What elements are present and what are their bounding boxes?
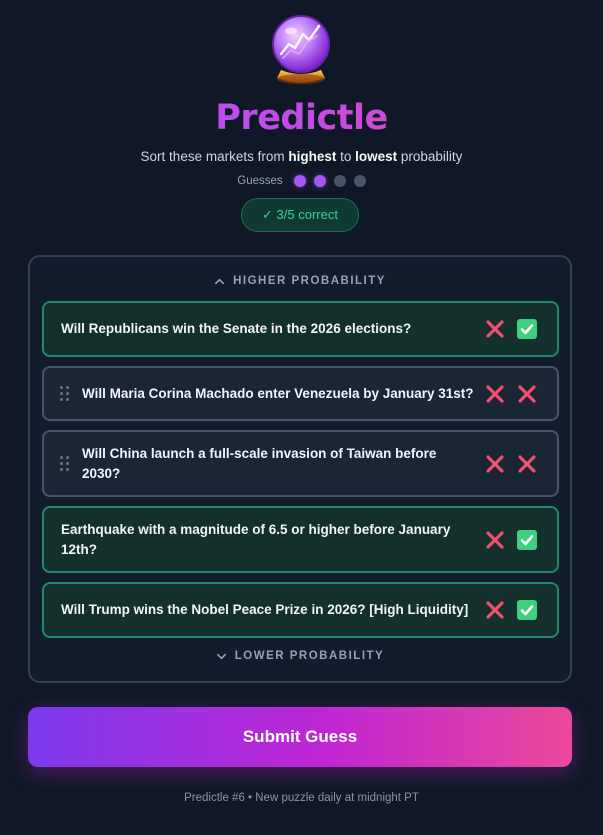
- market-card-draggable[interactable]: Will China launch a full-scale invasion …: [42, 430, 559, 497]
- footer-note: Predictle #6 • New puzzle daily at midni…: [184, 792, 419, 804]
- guess-dot-remaining: [353, 175, 366, 187]
- market-question: Will Republicans win the Senate in the 2…: [61, 321, 412, 337]
- guess-dot-used: [313, 175, 326, 187]
- crystal-ball-icon: [272, 15, 330, 84]
- market-card: Will Trump wins the Nobel Peace Prize in…: [42, 582, 559, 638]
- market-question: Will Trump wins the Nobel Peace Prize in…: [61, 602, 469, 618]
- wrong-mark-icon: [518, 384, 536, 403]
- market-question: Will Maria Corina Machado enter Venezuel…: [82, 385, 474, 401]
- guess-dot-used: [293, 175, 306, 187]
- wrong-mark-icon: [486, 384, 504, 403]
- submit-guess-button[interactable]: Submit Guess: [28, 707, 572, 767]
- higher-probability-label: HIGHER PROBABILITY: [30, 275, 570, 287]
- wrong-mark-icon: [486, 454, 504, 473]
- market-card: Will Republicans win the Senate in the 2…: [42, 301, 559, 357]
- instructions: Sort these markets from highest to lowes…: [140, 149, 463, 164]
- guesses-indicator: Guesses: [0, 175, 603, 187]
- chevron-up-icon: [215, 278, 225, 284]
- lower-probability-label: LOWER PROBABILITY: [30, 650, 570, 662]
- ranking-board: HIGHER PROBABILITY Will Republicans win …: [28, 255, 572, 683]
- check-mark-icon: [517, 600, 537, 620]
- check-mark-icon: [517, 319, 537, 339]
- market-card-draggable[interactable]: Will Maria Corina Machado enter Venezuel…: [42, 366, 559, 421]
- wrong-mark-icon: [486, 530, 504, 549]
- app-title: Predictle: [0, 98, 603, 138]
- wrong-mark-icon: [486, 601, 504, 619]
- drag-handle-icon[interactable]: [60, 456, 70, 471]
- drag-handle-icon[interactable]: [60, 386, 70, 401]
- chevron-down-icon: [216, 653, 226, 659]
- market-question: Earthquake with a magnitude of 6.5 or hi…: [61, 521, 451, 557]
- guesses-label: Guesses: [237, 175, 283, 187]
- guess-dot-remaining: [333, 175, 346, 187]
- check-mark-icon: [517, 529, 537, 550]
- correct-count-badge: ✓ 3/5 correct: [241, 198, 359, 232]
- wrong-mark-icon: [518, 454, 536, 473]
- market-card: Earthquake with a magnitude of 6.5 or hi…: [42, 506, 559, 573]
- market-question: Will China launch a full-scale invasion …: [82, 445, 437, 481]
- predictle-page: Predictle Sort these markets from highes…: [0, 0, 603, 835]
- wrong-mark-icon: [486, 320, 504, 338]
